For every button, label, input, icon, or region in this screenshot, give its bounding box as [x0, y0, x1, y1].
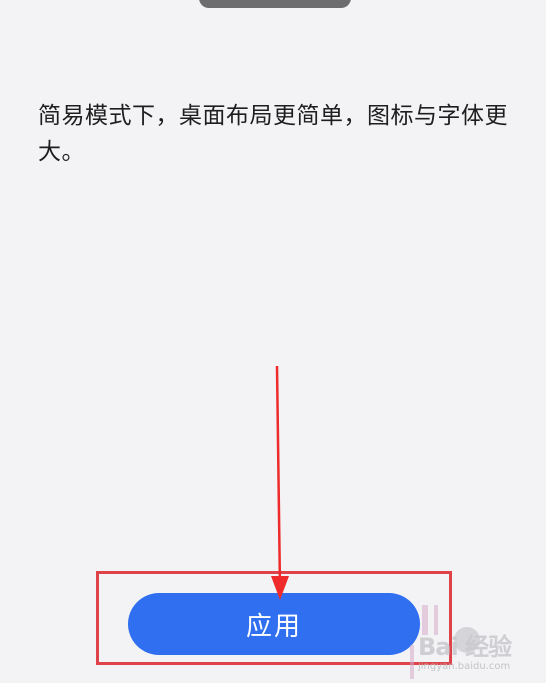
paw-icon: [454, 627, 480, 653]
apply-button[interactable]: 应用: [128, 593, 420, 655]
annotation-arrow-icon: [271, 365, 289, 600]
mode-description: 简易模式下，桌面布局更简单，图标与字体更大。: [38, 103, 508, 165]
drag-handle: [199, 0, 351, 8]
